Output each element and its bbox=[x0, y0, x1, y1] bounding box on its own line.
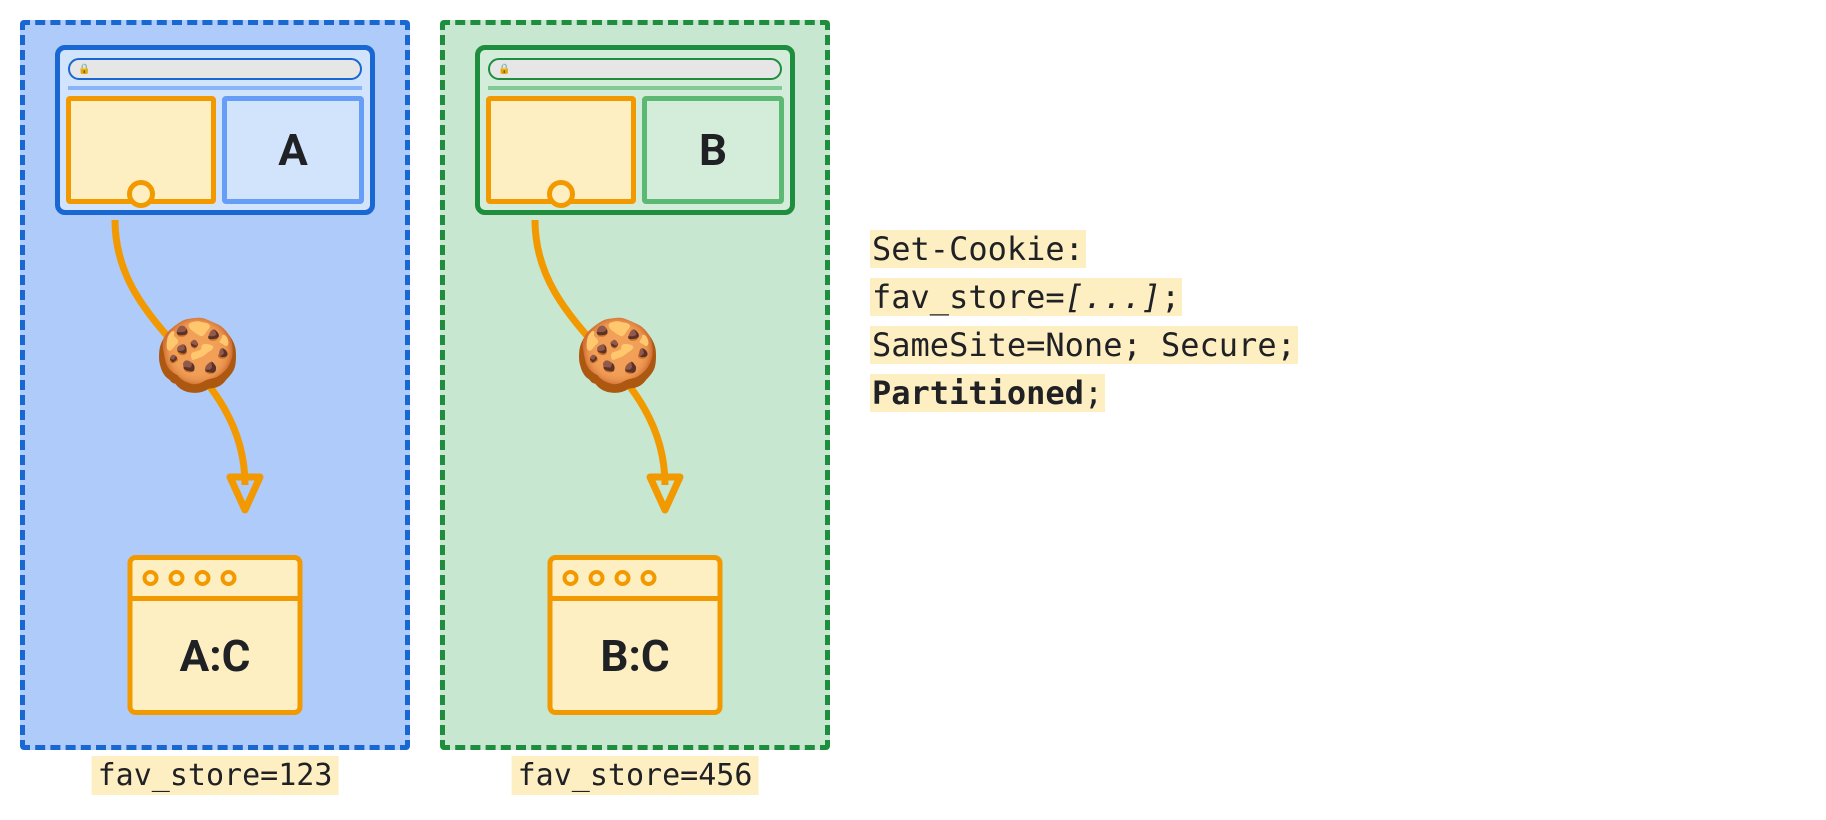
window-dot bbox=[169, 570, 185, 586]
cookie-jar-b: B:C bbox=[548, 555, 723, 715]
cookie-value-caption-a: fav_store=123 bbox=[92, 756, 339, 795]
connector-origin bbox=[127, 180, 155, 208]
partition-key-label: B:C bbox=[553, 601, 718, 710]
lock-icon: 🔒 bbox=[498, 64, 510, 75]
window-dot bbox=[641, 570, 657, 586]
partition-b: 🔒 B 🍪 B:C fav_store=456 bbox=[440, 20, 830, 750]
code-line-3: SameSite=None; Secure; bbox=[870, 326, 1298, 364]
cookie-icon: 🍪 bbox=[574, 315, 661, 397]
embedded-iframe-c bbox=[486, 96, 636, 204]
lock-icon: 🔒 bbox=[78, 64, 90, 75]
connector-origin bbox=[547, 180, 575, 208]
window-dot bbox=[221, 570, 237, 586]
window-dot bbox=[589, 570, 605, 586]
code-line-1: Set-Cookie: bbox=[870, 230, 1086, 268]
code-line-4: Partitioned; bbox=[870, 374, 1105, 412]
cookie-icon: 🍪 bbox=[154, 315, 241, 397]
browser-window-a: 🔒 A bbox=[55, 45, 375, 215]
url-bar: 🔒 bbox=[488, 58, 782, 80]
set-cookie-header-code: Set-Cookie: fav_store=[...]; SameSite=No… bbox=[870, 225, 1298, 417]
url-bar: 🔒 bbox=[68, 58, 362, 80]
storage-header bbox=[133, 560, 298, 601]
browser-window-b: 🔒 B bbox=[475, 45, 795, 215]
storage-header bbox=[553, 560, 718, 601]
cookie-value-caption-b: fav_store=456 bbox=[512, 756, 759, 795]
window-dot bbox=[143, 570, 159, 586]
top-level-site-label: B bbox=[642, 96, 784, 204]
partition-key-label: A:C bbox=[133, 601, 298, 710]
embedded-iframe-c bbox=[66, 96, 216, 204]
window-dot bbox=[563, 570, 579, 586]
toolbar-divider bbox=[488, 86, 782, 90]
window-dot bbox=[615, 570, 631, 586]
toolbar-divider bbox=[68, 86, 362, 90]
cookie-jar-a: A:C bbox=[128, 555, 303, 715]
top-level-site-label: A bbox=[222, 96, 364, 204]
code-line-2: fav_store=[...]; bbox=[870, 278, 1182, 316]
window-dot bbox=[195, 570, 211, 586]
partition-a: 🔒 A 🍪 A:C fav_store=123 bbox=[20, 20, 410, 750]
